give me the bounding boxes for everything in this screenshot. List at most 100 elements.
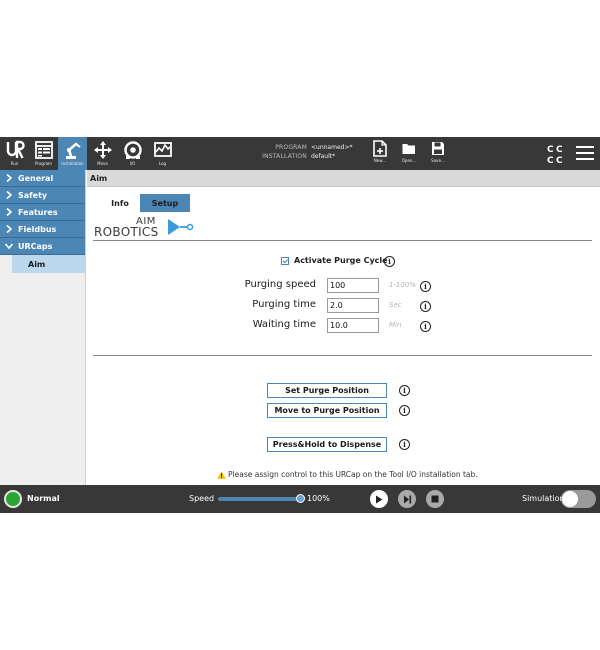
log-nav-label: Log — [158, 161, 167, 166]
log-icon — [153, 142, 172, 157]
sidebar-item-safety[interactable]: Safety — [0, 187, 85, 204]
info-icon[interactable]: i — [420, 321, 431, 332]
open-file-label: Open... — [401, 158, 417, 163]
activate-purge-label: Activate Purge Cycle — [294, 256, 388, 265]
sidebar-item-fieldbus[interactable]: Fieldbus — [0, 221, 85, 238]
robot-status-text: Normal — [27, 494, 60, 503]
sidebar-item-features[interactable]: Features — [0, 204, 85, 221]
svg-text:C: C — [547, 145, 554, 155]
section-divider — [93, 240, 592, 241]
purging-time-label: Purging time — [252, 299, 316, 310]
cc-connection-icon[interactable]: C C C C — [546, 144, 564, 164]
waiting-time-input[interactable] — [327, 318, 379, 333]
program-nav-label: Program — [35, 161, 52, 166]
sidebar-item-label: Safety — [18, 190, 48, 200]
tab-info[interactable]: Info — [100, 194, 140, 212]
sidebar-subitem-aim[interactable]: Aim — [12, 255, 85, 273]
save-file-label: Save... — [431, 158, 445, 163]
purging-speed-input[interactable] — [327, 278, 379, 293]
warning-text: Please assign control to this URCap on t… — [228, 470, 478, 479]
purging-speed-label: Purging speed — [244, 279, 316, 290]
play-button[interactable] — [370, 490, 388, 508]
info-icon[interactable]: i — [384, 256, 395, 267]
purging-speed-unit: 1-100% — [389, 281, 416, 289]
info-icon[interactable]: i — [399, 439, 410, 450]
chevron-right-icon — [6, 191, 13, 199]
speed-slider-handle[interactable] — [296, 494, 305, 503]
new-file-button[interactable]: New... — [368, 140, 392, 163]
stop-button[interactable] — [426, 490, 444, 508]
save-file-button[interactable]: Save... — [426, 140, 450, 163]
io-icon — [123, 141, 142, 159]
program-nav-button[interactable]: Program — [29, 137, 58, 170]
logo-line2: ROBOTICS — [94, 225, 159, 239]
speed-slider-track[interactable] — [218, 497, 300, 501]
hamburger-menu-icon[interactable] — [576, 146, 594, 161]
activate-purge-row[interactable]: Activate Purge Cycle — [281, 256, 388, 265]
robot-arm-icon — [65, 142, 81, 159]
svg-text:C: C — [547, 156, 554, 164]
move-nav-button[interactable]: Move — [88, 137, 117, 170]
tab-setup[interactable]: Setup — [140, 194, 190, 212]
info-icon[interactable]: i — [399, 385, 410, 396]
program-icon — [34, 141, 53, 159]
purging-time-input[interactable] — [327, 298, 379, 313]
chevron-down-icon — [5, 243, 13, 250]
warning-message: Please assign control to this URCap on t… — [217, 470, 478, 479]
activate-purge-checkbox[interactable] — [281, 256, 289, 265]
speed-value: 100% — [307, 494, 330, 503]
play-icon — [376, 495, 383, 503]
set-purge-position-button[interactable]: Set Purge Position — [267, 383, 387, 398]
sidebar-item-label: General — [18, 173, 54, 183]
svg-text:C: C — [556, 145, 563, 155]
chevron-right-icon — [6, 174, 13, 182]
purging-time-row: Purging time Sec i — [87, 298, 600, 314]
waiting-time-label: Waiting time — [252, 319, 316, 330]
io-nav-label: I/O — [129, 161, 136, 166]
simulation-label: Simulation — [522, 494, 565, 503]
waiting-time-row: Waiting time Min i — [87, 318, 600, 334]
installation-label: INSTALLATION — [262, 153, 307, 160]
run-nav-button[interactable]: Run — [0, 137, 29, 170]
sidebar-item-urcaps[interactable]: URCaps — [0, 238, 85, 255]
run-nav-label: Run — [10, 161, 19, 166]
sidebar-item-label: URCaps — [18, 241, 53, 251]
io-nav-button[interactable]: I/O — [118, 137, 147, 170]
ur-logo-icon — [6, 140, 25, 159]
open-folder-icon — [402, 144, 415, 154]
installation-nav-label: Installation — [61, 161, 84, 166]
new-file-icon — [373, 140, 387, 157]
open-file-button[interactable]: Open... — [397, 140, 421, 163]
info-icon[interactable]: i — [420, 301, 431, 312]
section-divider — [93, 355, 592, 356]
info-icon[interactable]: i — [420, 281, 431, 292]
simulation-toggle[interactable] — [561, 490, 596, 508]
aim-robotics-logo: AIM ROBOTICS — [94, 216, 194, 240]
move-nav-label: Move — [97, 161, 108, 166]
toggle-knob — [562, 491, 578, 507]
svg-text:C: C — [556, 156, 563, 164]
main-panel: Aim Info Setup AIM ROBOTICS Activate Pur… — [87, 170, 600, 485]
program-name: <unnamed>* — [311, 144, 353, 151]
move-to-purge-position-button[interactable]: Move to Purge Position — [267, 403, 387, 418]
installation-name: default* — [311, 153, 336, 160]
stop-icon — [431, 495, 439, 503]
status-indicator-icon[interactable] — [4, 490, 22, 508]
sidebar-item-label: Fieldbus — [18, 224, 57, 234]
polyscope-window: Run Program Installation Move I/O Log PR… — [0, 137, 600, 513]
sidebar: General Safety Features Fieldbus URCaps … — [0, 170, 86, 485]
move-arrows-icon — [93, 141, 112, 159]
chevron-right-icon — [6, 225, 13, 233]
log-nav-button[interactable]: Log — [148, 137, 177, 170]
press-hold-dispense-button[interactable]: Press&Hold to Dispense — [267, 437, 387, 452]
step-button[interactable] — [398, 490, 416, 508]
bottom-bar: Normal Speed 100% Simulation — [0, 485, 600, 513]
speed-label: Speed — [189, 494, 215, 503]
installation-nav-button[interactable]: Installation — [58, 137, 87, 170]
sidebar-item-general[interactable]: General — [0, 170, 85, 187]
warning-icon — [217, 470, 226, 479]
info-icon[interactable]: i — [399, 405, 410, 416]
tab-bar: Info Setup — [100, 194, 190, 212]
sidebar-item-label: Features — [18, 207, 58, 217]
step-forward-icon — [403, 495, 411, 503]
